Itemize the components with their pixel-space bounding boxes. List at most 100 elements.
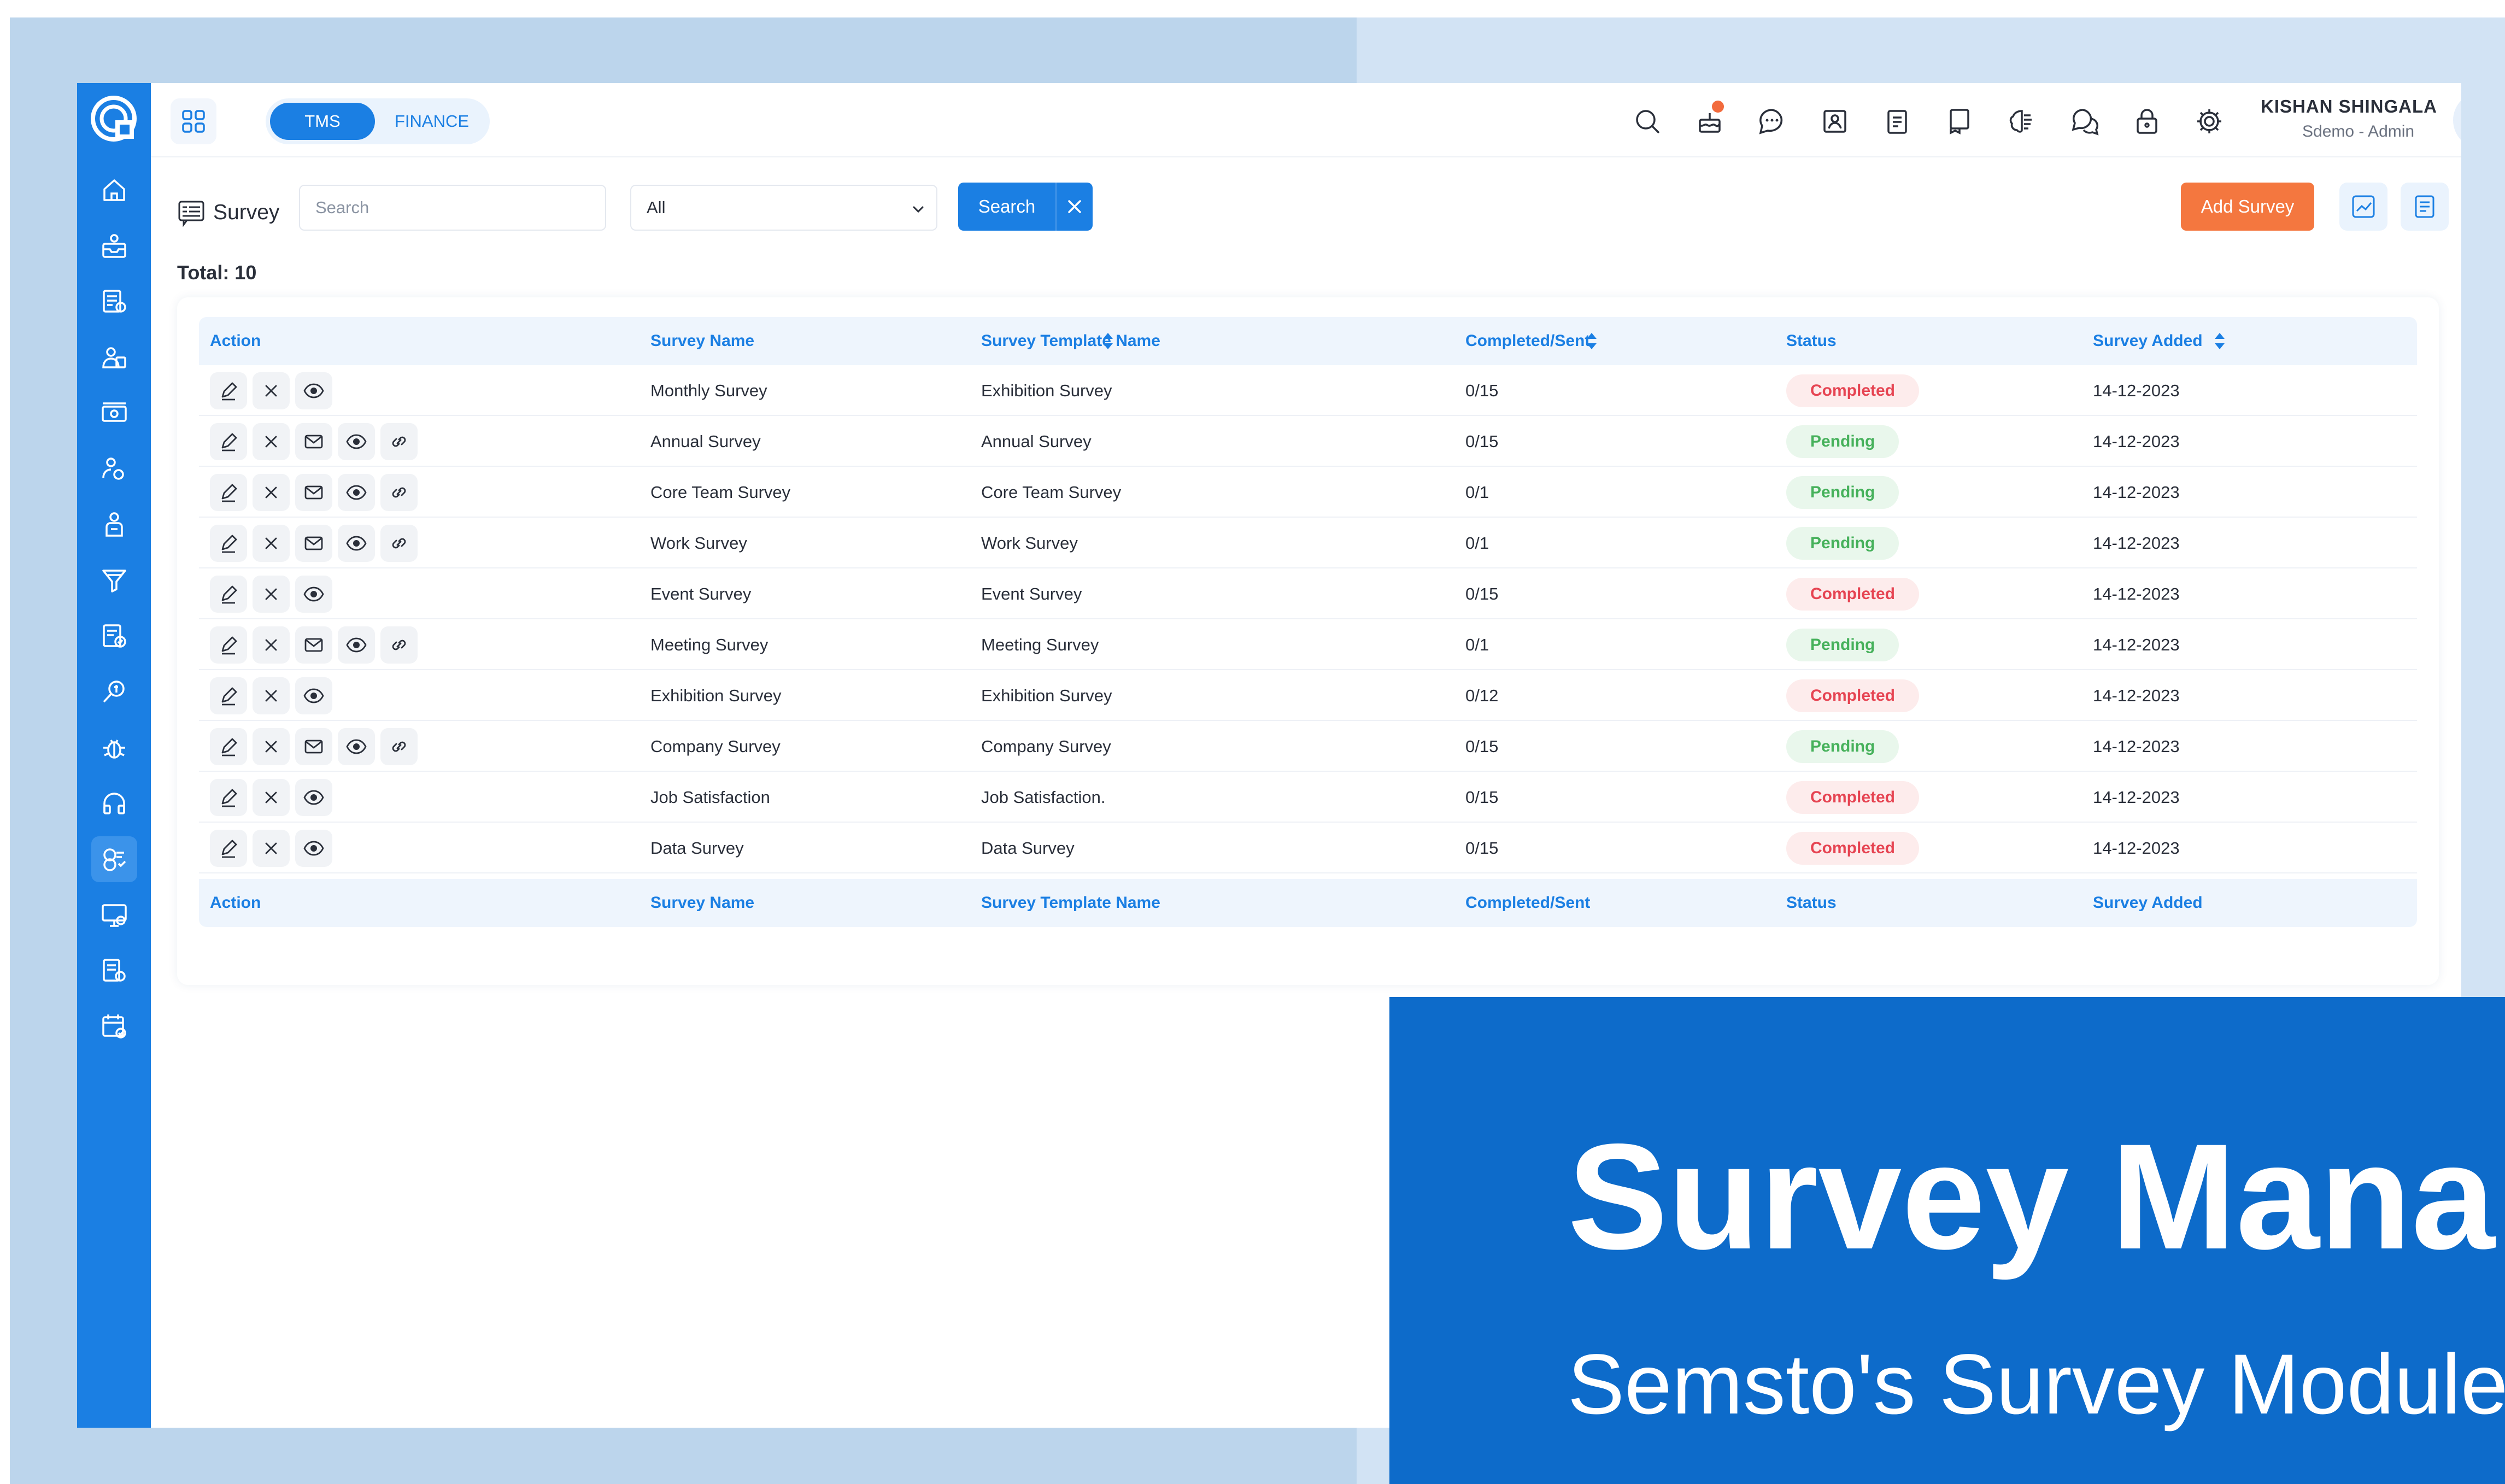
- sidebar-item-person-badge[interactable]: [91, 502, 137, 548]
- delete-button[interactable]: [253, 626, 290, 664]
- sidebar-item-search-dollar[interactable]: [91, 669, 137, 715]
- delete-button[interactable]: [253, 677, 290, 714]
- edit-button[interactable]: [210, 474, 247, 511]
- sort-icon[interactable]: [2213, 331, 2227, 351]
- birthday-cake-button[interactable]: [1692, 101, 1727, 139]
- search-button[interactable]: Search: [958, 183, 1093, 231]
- lock-button[interactable]: [2129, 104, 2164, 139]
- edit-button[interactable]: [210, 728, 247, 765]
- chevron-down-icon: [913, 206, 924, 213]
- sidebar-item-task-list[interactable]: [91, 279, 137, 325]
- clear-search-button[interactable]: [1057, 197, 1093, 216]
- delete-button[interactable]: [253, 830, 290, 867]
- cell-survey-name: Meeting Survey: [650, 635, 768, 654]
- cell-completed-sent: 0/15: [1465, 380, 1499, 400]
- delete-button[interactable]: [253, 423, 290, 460]
- view-button[interactable]: [338, 728, 375, 765]
- delete-button[interactable]: [253, 728, 290, 765]
- link-button[interactable]: [380, 474, 418, 511]
- view-button[interactable]: [295, 830, 332, 867]
- sidebar-item-users-settings[interactable]: [91, 446, 137, 492]
- view-button[interactable]: [338, 423, 375, 460]
- view-button[interactable]: [338, 474, 375, 511]
- tab-finance[interactable]: FINANCE: [378, 103, 485, 140]
- link-button[interactable]: [380, 423, 418, 460]
- view-button[interactable]: [295, 677, 332, 714]
- delete-button[interactable]: [253, 779, 290, 816]
- sidebar-item-bug[interactable]: [91, 725, 137, 771]
- edit-button[interactable]: [210, 576, 247, 613]
- column-header-survey-added[interactable]: Survey Added: [2093, 317, 2203, 365]
- column-header-status[interactable]: Status: [1786, 317, 1837, 365]
- cell-status: Pending: [1786, 467, 1899, 518]
- edit-button[interactable]: [210, 372, 247, 409]
- edit-button[interactable]: [210, 830, 247, 867]
- edit-button[interactable]: [210, 423, 247, 460]
- edit-button[interactable]: [210, 779, 247, 816]
- apps-grid-button[interactable]: [171, 98, 216, 144]
- view-button[interactable]: [338, 626, 375, 664]
- edit-button[interactable]: [210, 677, 247, 714]
- mail-button[interactable]: [295, 474, 332, 511]
- sidebar-item-monitor[interactable]: [91, 892, 137, 938]
- mail-button[interactable]: [295, 728, 332, 765]
- delete-button[interactable]: [253, 372, 290, 409]
- sidebar-item-team[interactable]: [91, 335, 137, 380]
- clipboard-button[interactable]: [1880, 104, 1915, 139]
- sidebar-item-survey-nav[interactable]: [91, 836, 137, 882]
- search-dollar-icon: [103, 681, 125, 703]
- column-header-survey-name[interactable]: Survey Name: [650, 317, 754, 365]
- brand-logo-icon[interactable]: [89, 94, 138, 143]
- search-input[interactable]: [299, 185, 606, 231]
- id-card-button[interactable]: [1817, 104, 1852, 139]
- sidebar-item-inbox-user[interactable]: [91, 223, 137, 269]
- analytics-button[interactable]: [2339, 183, 2387, 231]
- monitor-icon: [102, 904, 127, 927]
- column-header-template-name[interactable]: Survey Template Name: [981, 317, 1160, 365]
- help-chat-button[interactable]: [2067, 104, 2102, 139]
- sidebar-item-home[interactable]: [91, 167, 137, 213]
- support-icon: [103, 793, 125, 814]
- mail-button[interactable]: [295, 626, 332, 664]
- edit-button[interactable]: [210, 525, 247, 562]
- cell-template-name: Event Survey: [981, 584, 1082, 603]
- sidebar-item-support[interactable]: [91, 781, 137, 826]
- chat-button[interactable]: [1755, 104, 1790, 139]
- chat-icon: [1759, 109, 1783, 134]
- link-button[interactable]: [380, 626, 418, 664]
- footer-header-completed-sent: Completed/Sent: [1465, 894, 1591, 912]
- sidebar-item-calendar-check[interactable]: [91, 1004, 137, 1049]
- status-filter-select[interactable]: All: [630, 185, 937, 231]
- delete-button[interactable]: [253, 474, 290, 511]
- cell-completed-sent: 0/15: [1465, 838, 1499, 858]
- delete-button[interactable]: [253, 576, 290, 613]
- view-button[interactable]: [338, 525, 375, 562]
- gear-button[interactable]: [2192, 104, 2227, 139]
- cell-survey-added: 14-12-2023: [2093, 482, 2180, 502]
- link-button[interactable]: [380, 728, 418, 765]
- tab-tms[interactable]: TMS: [270, 103, 375, 140]
- sidebar-item-checklist[interactable]: [91, 613, 137, 659]
- delete-button[interactable]: [253, 525, 290, 562]
- mail-button[interactable]: [295, 525, 332, 562]
- report-button[interactable]: [2401, 183, 2449, 231]
- brain-button[interactable]: [2004, 104, 2039, 139]
- view-button[interactable]: [295, 576, 332, 613]
- cell-status: Completed: [1786, 365, 1920, 416]
- sidebar-item-money[interactable]: [91, 390, 137, 436]
- view-button[interactable]: [295, 372, 332, 409]
- link-icon: [392, 640, 406, 650]
- link-button[interactable]: [380, 525, 418, 562]
- add-survey-button[interactable]: Add Survey: [2181, 183, 2314, 231]
- mail-button[interactable]: [295, 423, 332, 460]
- sidebar-item-document-settings[interactable]: [91, 948, 137, 994]
- book-button[interactable]: [1942, 104, 1977, 139]
- search-button[interactable]: [1630, 104, 1665, 139]
- view-button[interactable]: [295, 779, 332, 816]
- eye-icon: [346, 637, 367, 653]
- cell-survey-added: 14-12-2023: [2093, 533, 2180, 553]
- sidebar-item-funnel[interactable]: [91, 558, 137, 603]
- row-actions: [210, 830, 332, 867]
- help-chat-icon: [2072, 109, 2099, 136]
- edit-button[interactable]: [210, 626, 247, 664]
